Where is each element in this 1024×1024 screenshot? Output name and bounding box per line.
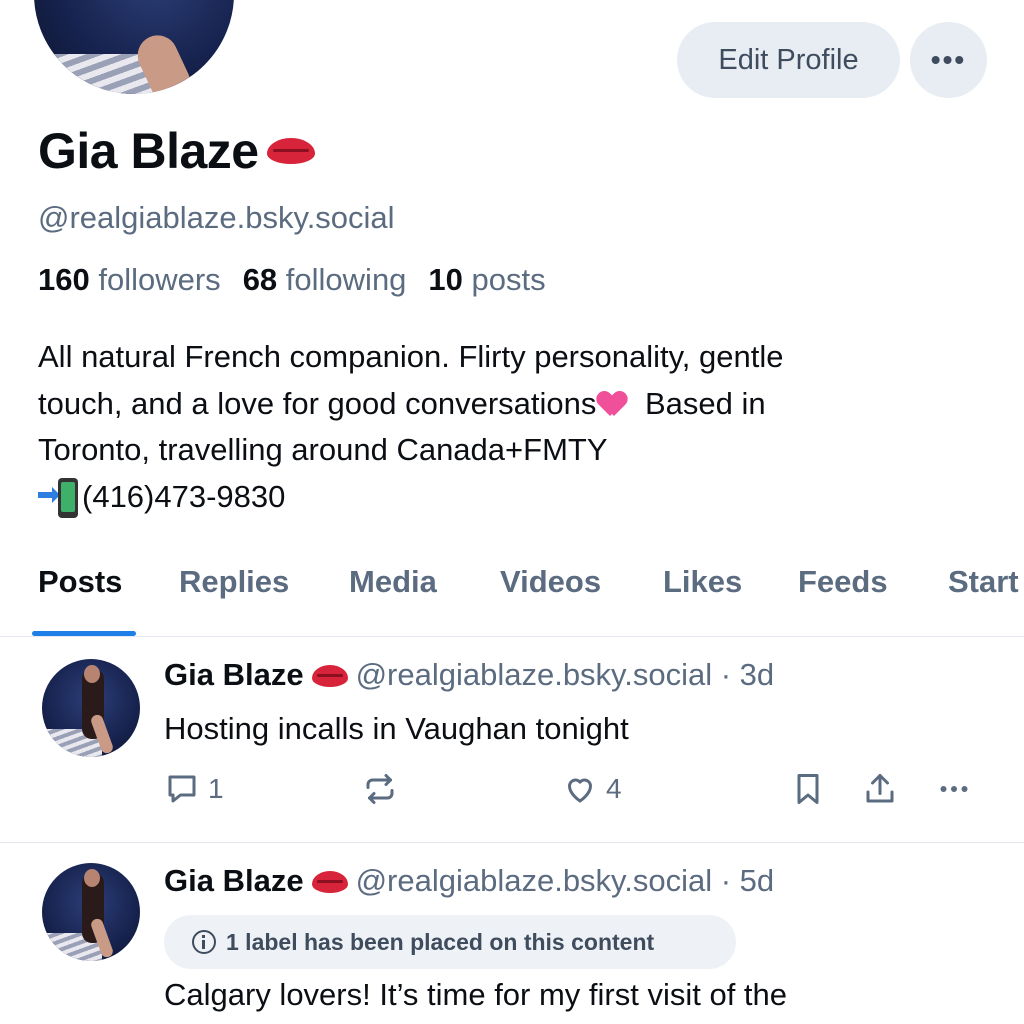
profile-stats: 160 followers 68 following 10 posts xyxy=(38,262,546,298)
more-options-button[interactable]: ••• xyxy=(910,22,987,98)
post-actions: 1 4 xyxy=(164,771,984,811)
tab-posts[interactable]: Posts xyxy=(38,564,122,600)
post-header: Gia Blaze @realgiablaze.bsky.social · 5d xyxy=(164,863,774,899)
info-icon xyxy=(192,930,216,954)
feed-post[interactable]: Gia Blaze @realgiablaze.bsky.social · 3d… xyxy=(0,637,1024,842)
two-hearts-icon xyxy=(596,390,636,420)
share-icon xyxy=(866,774,894,803)
profile-handle: @realgiablaze.bsky.social xyxy=(38,200,395,235)
kiss-mark-icon xyxy=(311,867,348,895)
post-author-avatar[interactable] xyxy=(42,659,140,757)
post-meta: @realgiablaze.bsky.social · 5d xyxy=(355,863,775,898)
ellipsis-icon xyxy=(940,786,968,792)
post-text: Hosting incalls in Vaughan tonight xyxy=(164,711,629,746)
post-header: Gia Blaze @realgiablaze.bsky.social · 3d xyxy=(164,657,774,693)
posts-stat: 10 posts xyxy=(428,262,546,297)
kiss-mark-icon xyxy=(311,661,348,689)
kiss-mark-icon xyxy=(266,134,315,168)
tab-media[interactable]: Media xyxy=(349,564,437,600)
display-name: Gia Blaze xyxy=(38,123,259,179)
repost-button[interactable] xyxy=(362,771,406,807)
tab-feeds[interactable]: Feeds xyxy=(798,564,888,600)
tab-replies[interactable]: Replies xyxy=(179,564,289,600)
following-stat[interactable]: 68 following xyxy=(243,262,407,298)
profile-name-row: Gia Blaze xyxy=(38,122,315,180)
ellipsis-icon: ••• xyxy=(930,44,967,75)
post-meta: @realgiablaze.bsky.social · 3d xyxy=(355,657,775,692)
profile-bio: All natural French companion. Flirty per… xyxy=(38,334,998,520)
reply-button[interactable]: 1 xyxy=(164,771,224,807)
profile-avatar[interactable] xyxy=(30,0,238,98)
content-label-notice[interactable]: 1 label has been placed on this content xyxy=(164,915,736,969)
bookmark-icon xyxy=(797,774,819,804)
followers-stat[interactable]: 160 followers xyxy=(38,262,221,298)
reply-icon xyxy=(168,775,196,803)
post-more-button[interactable] xyxy=(936,771,972,807)
repost-icon xyxy=(366,774,394,804)
post-author-name[interactable]: Gia Blaze xyxy=(164,657,304,693)
mobile-phone-arrow-icon xyxy=(38,478,82,519)
heart-icon xyxy=(568,778,592,803)
like-button[interactable]: 4 xyxy=(562,771,622,807)
tab-starter-packs[interactable]: Start xyxy=(948,564,1019,600)
share-button[interactable] xyxy=(862,771,898,807)
post-text: Calgary lovers! It’s time for my first v… xyxy=(164,977,788,1012)
profile-tabs: Posts Replies Media Videos Likes Feeds S… xyxy=(0,560,1024,637)
tab-videos[interactable]: Videos xyxy=(500,564,601,600)
edit-profile-button[interactable]: Edit Profile xyxy=(677,22,900,98)
bookmark-button[interactable] xyxy=(790,771,826,807)
post-author-name[interactable]: Gia Blaze xyxy=(164,863,304,899)
post-author-avatar[interactable] xyxy=(42,863,140,961)
tab-likes[interactable]: Likes xyxy=(663,564,742,600)
active-tab-indicator xyxy=(32,631,136,636)
